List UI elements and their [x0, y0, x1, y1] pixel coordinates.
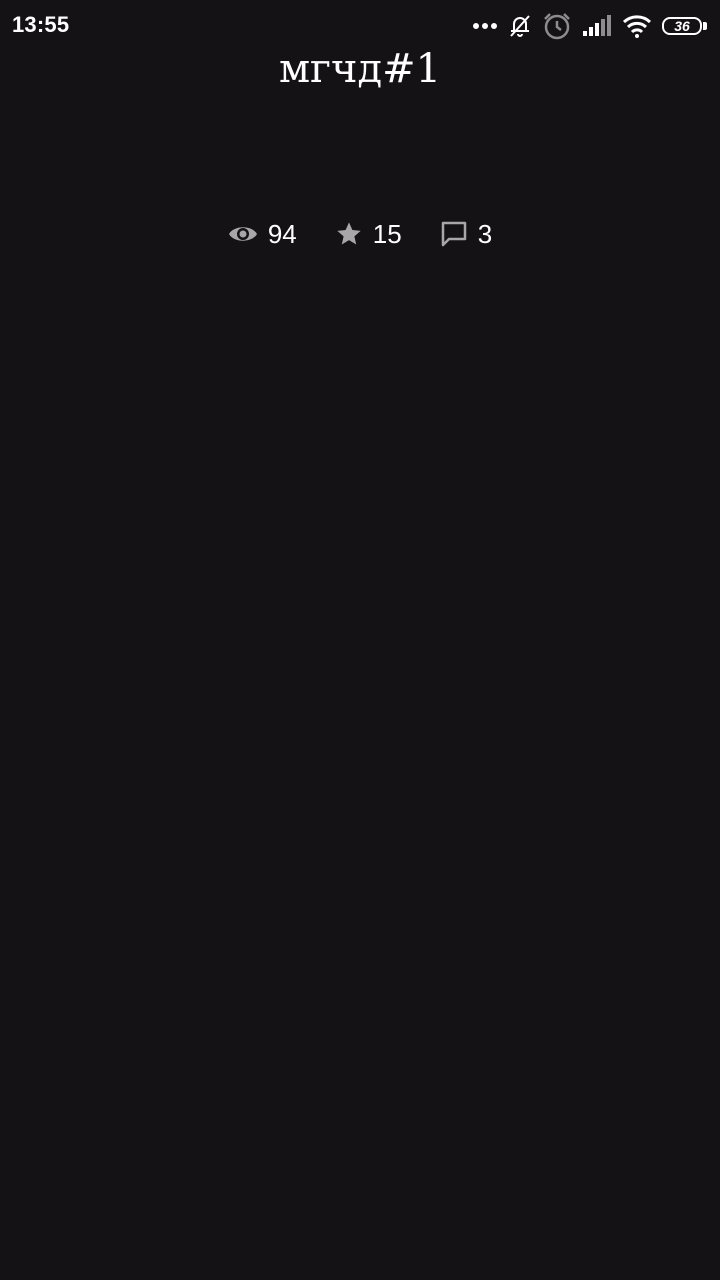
alarm-icon	[542, 11, 572, 41]
comment-icon	[440, 220, 468, 248]
battery-level: 36	[662, 17, 702, 35]
stars-stat[interactable]: 15	[335, 214, 402, 254]
comments-count: 3	[477, 218, 493, 249]
post-stats: 94 15 3	[0, 214, 720, 254]
status-icons: 36	[472, 8, 708, 44]
eye-icon	[228, 223, 258, 245]
stars-count: 15	[372, 218, 402, 249]
views-count: 94	[267, 218, 297, 249]
comments-stat[interactable]: 3	[440, 214, 492, 254]
battery-icon: 36	[662, 16, 708, 36]
status-bar: 13:55 36	[0, 0, 720, 52]
status-time: 13:55	[12, 12, 70, 37]
page-title: мгчд#1	[278, 46, 442, 92]
wifi-icon	[622, 14, 652, 38]
views-stat: 94	[228, 214, 297, 254]
bell-off-icon	[508, 13, 532, 39]
signal-icon	[582, 15, 612, 37]
more-dots-icon	[472, 21, 498, 31]
star-icon	[335, 220, 363, 248]
